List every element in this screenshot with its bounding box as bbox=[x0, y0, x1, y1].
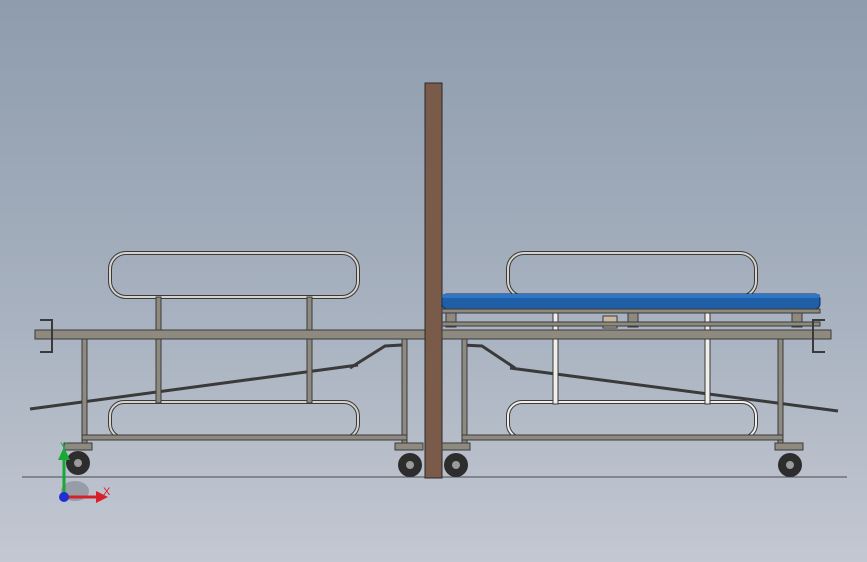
left-linkage bbox=[349, 343, 403, 370]
left-deck-beam bbox=[34, 329, 426, 340]
y-axis-label: Y bbox=[60, 441, 68, 453]
right-caster-rear bbox=[774, 442, 804, 477]
right-top-rail bbox=[506, 251, 758, 299]
left-bed[interactable] bbox=[29, 251, 426, 477]
left-top-rail bbox=[108, 251, 360, 299]
x-axis-label: X bbox=[103, 486, 111, 498]
right-linkage bbox=[461, 343, 516, 370]
cad-viewport[interactable]: X Y bbox=[0, 0, 867, 562]
left-bottom-rail bbox=[108, 400, 360, 440]
right-diagonal-bar bbox=[509, 366, 839, 413]
left-caster-rear bbox=[394, 442, 424, 477]
right-caster-front bbox=[441, 442, 471, 477]
right-bottom-rail bbox=[506, 400, 758, 440]
right-bed[interactable] bbox=[441, 251, 839, 477]
z-origin-icon bbox=[59, 492, 69, 502]
right-deck-beam bbox=[441, 329, 832, 340]
center-post[interactable] bbox=[424, 82, 443, 479]
model-view[interactable] bbox=[0, 0, 867, 562]
